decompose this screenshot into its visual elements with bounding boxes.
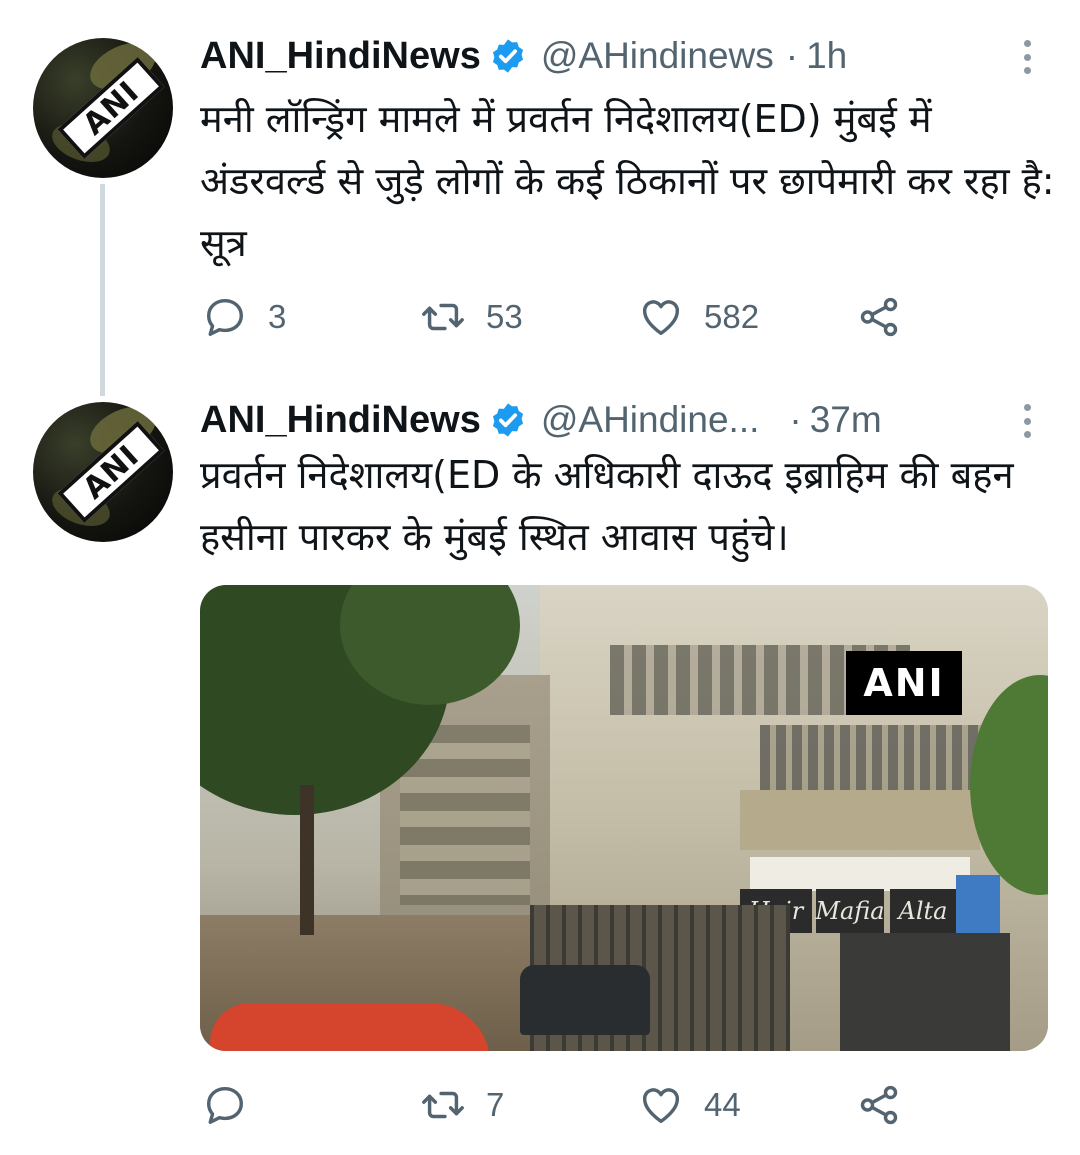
share-icon — [860, 1085, 898, 1125]
author-handle[interactable]: @AHindinews — [541, 35, 774, 77]
balcony — [740, 790, 980, 850]
verified-badge-icon — [492, 403, 523, 437]
retweet-count: 53 — [486, 298, 523, 335]
shop-sign: Mafia — [815, 889, 885, 933]
watermark-logo: ANI — [846, 651, 962, 715]
reply-button[interactable]: 3 — [202, 292, 286, 342]
reply-button[interactable] — [202, 1080, 268, 1130]
shop-sign: Alta — [890, 889, 956, 933]
tweet[interactable]: ANI ANI_HindiNews @AHindinews · 1h मनी ल… — [0, 0, 1080, 396]
like-count: 44 — [704, 1086, 741, 1123]
thread-line — [100, 184, 105, 396]
heart-icon — [642, 1088, 680, 1124]
retweet-button[interactable]: 7 — [420, 1080, 504, 1130]
tweet-media-image[interactable]: Hair Mafia Alta ANI — [200, 585, 1048, 1051]
storefront — [840, 933, 1010, 1051]
action-bar: 7 44 — [200, 1080, 920, 1130]
author-name[interactable]: ANI_HindiNews — [200, 399, 481, 442]
more-vertical-icon[interactable] — [1022, 40, 1032, 74]
share-button[interactable] — [856, 1080, 902, 1130]
tweet-header: ANI_HindiNews @AHindinews · 1h — [200, 31, 847, 81]
author-name[interactable]: ANI_HindiNews — [200, 35, 481, 78]
timestamp[interactable]: 1h — [806, 35, 847, 77]
like-button[interactable]: 44 — [638, 1080, 741, 1130]
retweet-icon — [422, 303, 464, 331]
timestamp[interactable]: 37m — [810, 399, 882, 441]
awning — [750, 857, 970, 891]
more-vertical-icon[interactable] — [1022, 404, 1032, 438]
blue-sign — [956, 875, 1000, 939]
heart-icon — [642, 300, 680, 336]
separator-dot: · — [785, 35, 799, 76]
tweet-text: मनी लॉन्ड्रिंग मामले में प्रवर्तन निदेशा… — [200, 97, 1055, 265]
red-car — [210, 1003, 490, 1051]
tweet-text: प्रवर्तन निदेशालय(ED के अधिकारी दाऊद इब्… — [200, 453, 1014, 559]
share-button[interactable] — [856, 292, 902, 342]
retweet-button[interactable]: 53 — [420, 292, 523, 342]
reply-icon — [206, 298, 244, 336]
retweet-count: 7 — [486, 1086, 505, 1123]
avatar[interactable]: ANI — [33, 38, 173, 178]
reply-count: 3 — [268, 298, 287, 335]
tweet-header: ANI_HindiNews @AHindine... · 37m — [200, 395, 882, 445]
verified-badge-icon — [492, 39, 523, 73]
avatar[interactable]: ANI — [33, 402, 173, 542]
retweet-icon — [422, 1091, 464, 1119]
like-count: 582 — [704, 298, 760, 335]
parked-car — [520, 965, 650, 1035]
tweet[interactable]: ANI ANI_HindiNews @AHindine... · 37m प्र… — [0, 390, 1080, 1155]
author-handle[interactable]: @AHindine... — [541, 399, 760, 441]
like-button[interactable]: 582 — [638, 292, 759, 342]
separator-dot: · — [789, 399, 802, 440]
action-bar: 3 53 582 — [200, 292, 920, 342]
reply-icon — [206, 1086, 244, 1124]
share-icon — [860, 297, 898, 337]
tree-trunk — [300, 785, 314, 935]
